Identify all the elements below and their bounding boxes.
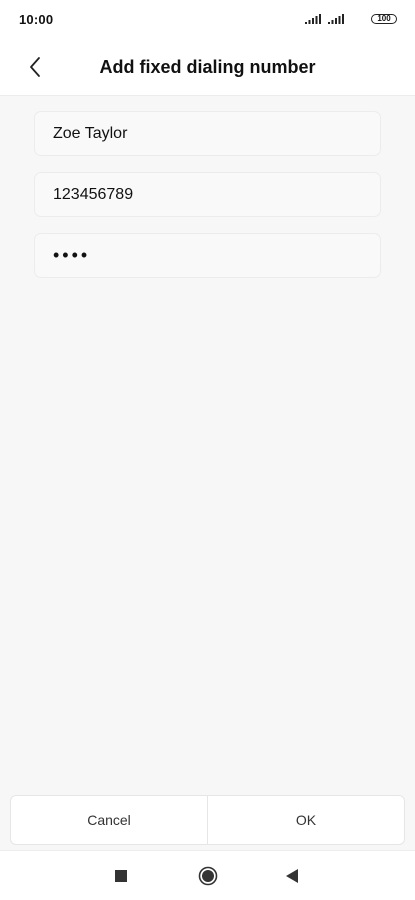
status-time: 10:00 xyxy=(19,11,54,27)
name-input[interactable] xyxy=(53,124,362,143)
system-nav-bar xyxy=(0,850,415,900)
signal-icon xyxy=(305,14,321,24)
recents-button[interactable] xyxy=(109,864,133,888)
app-header: Add fixed dialing number xyxy=(0,38,415,96)
pin2-input[interactable] xyxy=(53,245,362,266)
battery-icon: 100 xyxy=(371,14,397,24)
number-field[interactable] xyxy=(34,172,381,217)
cancel-button[interactable]: Cancel xyxy=(11,796,207,844)
status-bar: 10:00 100 xyxy=(0,0,415,38)
back-nav-button[interactable] xyxy=(280,864,304,888)
pin2-field[interactable] xyxy=(34,233,381,278)
header-divider xyxy=(0,95,415,96)
fdn-form xyxy=(34,111,381,294)
dialog-actions: Cancel OK xyxy=(10,795,405,845)
ok-button[interactable]: OK xyxy=(208,796,404,844)
home-button[interactable] xyxy=(196,864,220,888)
back-triangle-icon xyxy=(286,869,298,883)
name-field[interactable] xyxy=(34,111,381,156)
status-icons: 100 xyxy=(305,14,397,24)
recents-square-icon xyxy=(115,870,127,882)
page-title: Add fixed dialing number xyxy=(99,56,316,77)
number-input[interactable] xyxy=(53,185,362,204)
chevron-left-icon xyxy=(30,57,40,77)
battery-level: 100 xyxy=(377,14,391,23)
home-circle-icon xyxy=(198,866,218,886)
signal-icon xyxy=(328,14,344,24)
back-button[interactable] xyxy=(20,52,50,82)
